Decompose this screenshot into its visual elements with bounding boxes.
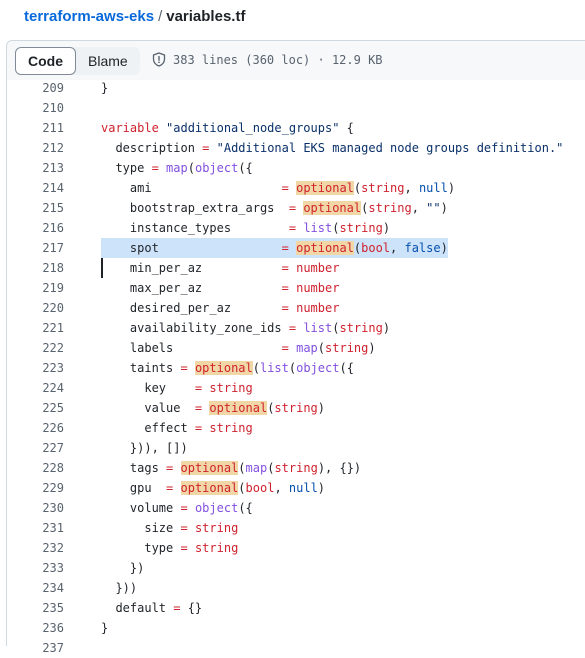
code-line[interactable]: 214 ami = optional(string, null) bbox=[7, 178, 585, 198]
code-text: ami = optional(string, null) bbox=[101, 181, 456, 195]
file-name: variables.tf bbox=[166, 8, 246, 25]
code-text: value = optional(string) bbox=[101, 401, 326, 415]
code-line[interactable]: 237 bbox=[7, 638, 585, 658]
line-number[interactable]: 222 bbox=[7, 338, 64, 358]
line-number[interactable]: 236 bbox=[7, 618, 64, 638]
code-line[interactable]: 216 instance_types = list(string) bbox=[7, 218, 585, 238]
code-text: } bbox=[101, 81, 109, 95]
code-text: bootstrap_extra_args = optional(string, … bbox=[101, 201, 448, 215]
file-meta: 383 lines (360 loc) · 12.9 KB bbox=[152, 52, 383, 67]
line-number[interactable]: 237 bbox=[7, 638, 64, 658]
code-line[interactable]: 229 gpu = optional(bool, null) bbox=[7, 478, 585, 498]
view-toggle: Code Blame bbox=[15, 47, 140, 75]
code-line[interactable]: 209} bbox=[7, 78, 585, 98]
line-number[interactable]: 225 bbox=[7, 398, 64, 418]
code-line[interactable]: 221 availability_zone_ids = list(string) bbox=[7, 318, 585, 338]
code-view[interactable]: 209} 210 211 variable "additional_node_grou… bbox=[6, 78, 585, 655]
breadcrumb-separator: / bbox=[158, 8, 163, 25]
file-stats: 383 lines (360 loc) · 12.9 KB bbox=[173, 52, 383, 67]
code-line[interactable]: 227 })), []) bbox=[7, 438, 585, 458]
code-line[interactable]: 220 desired_per_az = number bbox=[7, 298, 585, 318]
code-line[interactable]: 219 max_per_az = number bbox=[7, 278, 585, 298]
line-number[interactable]: 214 bbox=[7, 178, 64, 198]
code-text: effect = string bbox=[101, 421, 253, 435]
code-text: availability_zone_ids = list(string) bbox=[101, 321, 391, 335]
code-line[interactable]: 222 labels = map(string) bbox=[7, 338, 585, 358]
code-line[interactable]: 217 spot = optional(bool, false) bbox=[7, 238, 585, 258]
code-text: variable "additional_node_groups" { bbox=[101, 121, 354, 135]
code-text: spot = optional(bool, false) bbox=[101, 238, 448, 258]
code-text: })) bbox=[101, 581, 138, 595]
line-number[interactable]: 228 bbox=[7, 458, 64, 478]
code-text: gpu = optional(bool, null) bbox=[101, 481, 326, 495]
code-line[interactable]: 215 bootstrap_extra_args = optional(stri… bbox=[7, 198, 585, 218]
code-line[interactable]: 235 default = {} bbox=[7, 598, 585, 618]
line-number[interactable]: 229 bbox=[7, 478, 64, 498]
line-number[interactable]: 218 bbox=[7, 258, 64, 278]
line-number[interactable]: 235 bbox=[7, 598, 64, 618]
line-number[interactable]: 233 bbox=[7, 558, 64, 578]
code-line[interactable]: 210 bbox=[7, 98, 585, 118]
repo-link[interactable]: terraform-aws-eks bbox=[24, 8, 154, 25]
code-line[interactable]: 234 })) bbox=[7, 578, 585, 598]
line-number[interactable]: 226 bbox=[7, 418, 64, 438]
line-number[interactable]: 230 bbox=[7, 498, 64, 518]
line-number[interactable]: 213 bbox=[7, 158, 64, 178]
code-text: type = map(object({ bbox=[101, 161, 253, 175]
code-text: type = string bbox=[101, 541, 239, 555]
code-text: description = "Additional EKS managed no… bbox=[101, 141, 564, 155]
line-number[interactable]: 232 bbox=[7, 538, 64, 558]
code-line[interactable]: 228 tags = optional(map(string), {}) bbox=[7, 458, 585, 478]
shield-icon bbox=[152, 52, 166, 67]
code-text: volume = object({ bbox=[101, 501, 253, 515]
code-line[interactable]: 223 taints = optional(list(object({ bbox=[7, 358, 585, 378]
line-number[interactable]: 221 bbox=[7, 318, 64, 338]
line-number[interactable]: 231 bbox=[7, 518, 64, 538]
line-number[interactable]: 234 bbox=[7, 578, 64, 598]
code-line[interactable]: 231 size = string bbox=[7, 518, 585, 538]
code-text: })), []) bbox=[101, 441, 188, 455]
line-number[interactable]: 227 bbox=[7, 438, 64, 458]
line-number[interactable]: 224 bbox=[7, 378, 64, 398]
code-text: max_per_az = number bbox=[101, 281, 340, 295]
line-number[interactable]: 219 bbox=[7, 278, 64, 298]
line-number[interactable]: 209 bbox=[7, 78, 64, 98]
code-line[interactable]: 230 volume = object({ bbox=[7, 498, 585, 518]
code-line[interactable]: 236} bbox=[7, 618, 585, 638]
code-line[interactable]: 218 min_per_az = number bbox=[7, 258, 585, 278]
code-text: }) bbox=[101, 561, 145, 575]
line-number[interactable]: 210 bbox=[7, 98, 64, 118]
code-text: min_per_az = number bbox=[101, 261, 340, 275]
code-text: labels = map(string) bbox=[101, 341, 376, 355]
code-line[interactable]: 211 variable "additional_node_groups" { bbox=[7, 118, 585, 138]
code-line[interactable]: 226 effect = string bbox=[7, 418, 585, 438]
code-text: } bbox=[101, 621, 109, 635]
code-line[interactable]: 213 type = map(object({ bbox=[7, 158, 585, 178]
line-number[interactable]: 220 bbox=[7, 298, 64, 318]
line-number[interactable]: 215 bbox=[7, 198, 64, 218]
line-number[interactable]: 217 bbox=[7, 238, 64, 258]
code-line[interactable]: 233 }) bbox=[7, 558, 585, 578]
tab-code[interactable]: Code bbox=[15, 47, 76, 75]
code-line[interactable]: 212 description = "Additional EKS manage… bbox=[7, 138, 585, 158]
code-text: instance_types = list(string) bbox=[101, 221, 391, 235]
breadcrumb: terraform-aws-eks / variables.tf bbox=[24, 7, 245, 27]
code-line[interactable]: 224 key = string bbox=[7, 378, 585, 398]
code-line[interactable]: 225 value = optional(string) bbox=[7, 398, 585, 418]
code-text: default = {} bbox=[101, 601, 203, 615]
line-number[interactable]: 223 bbox=[7, 358, 64, 378]
text-cursor bbox=[101, 258, 103, 278]
code-line[interactable]: 232 type = string bbox=[7, 538, 585, 558]
code-text: taints = optional(list(object({ bbox=[101, 361, 354, 375]
code-text: key = string bbox=[101, 381, 253, 395]
line-number[interactable]: 216 bbox=[7, 218, 64, 238]
tab-blame[interactable]: Blame bbox=[76, 47, 140, 75]
code-text: desired_per_az = number bbox=[101, 301, 340, 315]
file-header: Code Blame 383 lines (360 loc) · 12.9 KB bbox=[6, 40, 585, 80]
code-text: size = string bbox=[101, 521, 239, 535]
line-number[interactable]: 211 bbox=[7, 118, 64, 138]
code-text: tags = optional(map(string), {}) bbox=[101, 461, 362, 475]
line-number[interactable]: 212 bbox=[7, 138, 64, 158]
